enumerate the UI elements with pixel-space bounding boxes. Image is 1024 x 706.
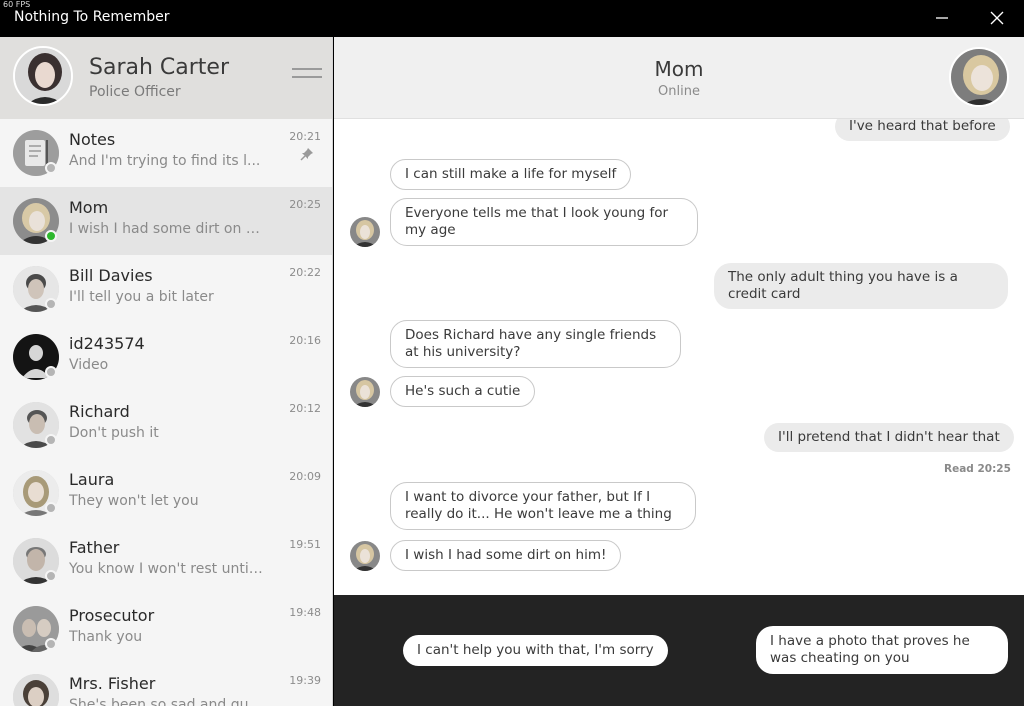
avatar: [350, 217, 380, 247]
message-bubble: He's such a cutie: [390, 376, 536, 407]
chat-item-id243574[interactable]: id243574 Video 20:16: [0, 323, 332, 391]
avatar: [350, 541, 380, 571]
chat-time: 20:16: [289, 334, 321, 347]
chat-time: 20:21: [289, 130, 321, 143]
chat-preview: I wish I had some dirt on him!: [69, 221, 264, 237]
minimize-button[interactable]: [928, 5, 956, 31]
avatar[interactable]: [949, 47, 1009, 107]
chat-name: id243574: [69, 334, 145, 353]
chat-name: Laura: [69, 470, 115, 489]
message-list: I've heard that before I can still make …: [334, 119, 1024, 595]
chat-time: 20:25: [289, 198, 321, 211]
chat-name: Bill Davies: [69, 266, 153, 285]
conversation-name: Mom: [654, 57, 704, 81]
chat-preview: Video: [69, 357, 109, 373]
chat-name: Notes: [69, 130, 116, 149]
chat-time: 19:39: [289, 674, 321, 687]
avatar[interactable]: [13, 46, 73, 106]
chat-time: 19:51: [289, 538, 321, 551]
message-bubble: The only adult thing you have is a credi…: [714, 263, 1008, 309]
chat-name: Mrs. Fisher: [69, 674, 156, 693]
chat-item-mom[interactable]: Mom I wish I had some dirt on him! 20:25: [0, 187, 332, 255]
chat-time: 19:48: [289, 606, 321, 619]
chat-preview: You know I won't rest until...: [69, 561, 264, 577]
avatar: [13, 674, 59, 706]
conversation-status: Online: [658, 84, 700, 99]
status-dot: [45, 434, 57, 446]
close-button[interactable]: [983, 5, 1011, 31]
window-title: Nothing To Remember: [14, 9, 170, 25]
chat-preview: She's been so sad and quie...: [69, 697, 264, 706]
profile-role: Police Officer: [89, 84, 181, 100]
profile-header: Sarah Carter Police Officer: [0, 37, 332, 119]
chat-item-prosecutor[interactable]: Prosecutor Thank you 19:48: [0, 595, 332, 663]
status-dot: [45, 162, 57, 174]
profile-name: Sarah Carter: [89, 55, 230, 80]
status-dot: [45, 502, 57, 514]
chat-item-bill-davies[interactable]: Bill Davies I'll tell you a bit later 20…: [0, 255, 332, 323]
chat-time: 20:12: [289, 402, 321, 415]
chat-item-notes[interactable]: Notes And I'm trying to find its l... 20…: [0, 119, 332, 187]
avatar: [350, 377, 380, 407]
user-avatar-icon: [15, 48, 71, 104]
pin-icon: [300, 148, 313, 161]
close-icon: [990, 11, 1004, 25]
conversation-panel: Mom Online I've heard that before I can …: [334, 37, 1024, 706]
message-bubble: Does Richard have any single friends at …: [390, 320, 681, 368]
menu-icon: [292, 68, 322, 70]
status-dot: [45, 638, 57, 650]
status-dot: [45, 298, 57, 310]
chat-preview: I'll tell you a bit later: [69, 289, 214, 305]
message-bubble: I've heard that before: [835, 119, 1010, 141]
message-bubble: I want to divorce your father, but If I …: [390, 482, 696, 530]
sidebar: Sarah Carter Police Officer Notes And I'…: [0, 37, 333, 706]
menu-button[interactable]: [292, 68, 322, 88]
chat-name: Richard: [69, 402, 130, 421]
title-bar: 60 FPS Nothing To Remember: [0, 0, 1024, 37]
fps-counter: 60 FPS: [3, 0, 31, 9]
reply-choice-button[interactable]: I have a photo that proves he was cheati…: [756, 626, 1008, 674]
status-dot: [45, 366, 57, 378]
chat-name: Father: [69, 538, 120, 557]
minimize-icon: [936, 17, 948, 19]
chat-item-father[interactable]: Father You know I won't rest until... 19…: [0, 527, 332, 595]
chat-preview: They won't let you: [69, 493, 199, 509]
chat-name: Prosecutor: [69, 606, 155, 625]
message-bubble: I can still make a life for myself: [390, 159, 632, 190]
reply-choice-button[interactable]: I can't help you with that, I'm sorry: [403, 635, 668, 666]
chat-item-laura[interactable]: Laura They won't let you 20:09: [0, 459, 332, 527]
chat-preview: Don't push it: [69, 425, 159, 441]
chat-time: 20:09: [289, 470, 321, 483]
chat-preview: And I'm trying to find its l...: [69, 153, 261, 169]
chat-item-mrs-fisher[interactable]: Mrs. Fisher She's been so sad and quie..…: [0, 663, 332, 706]
reply-choices-panel: I can't help you with that, I'm sorry I …: [334, 595, 1024, 706]
chat-item-richard[interactable]: Richard Don't push it 20:12: [0, 391, 332, 459]
read-receipt: Read 20:25: [944, 463, 1011, 475]
conversation-header: Mom Online: [334, 37, 1024, 119]
chat-name: Mom: [69, 198, 109, 217]
message-bubble: I'll pretend that I didn't hear that: [764, 423, 1014, 452]
message-bubble: I wish I had some dirt on him!: [390, 540, 622, 571]
chat-time: 20:22: [289, 266, 321, 279]
message-bubble: Everyone tells me that I look young for …: [390, 198, 698, 246]
chat-list: Notes And I'm trying to find its l... 20…: [0, 119, 332, 706]
chat-preview: Thank you: [69, 629, 143, 645]
online-status-dot: [45, 230, 57, 242]
status-dot: [45, 570, 57, 582]
